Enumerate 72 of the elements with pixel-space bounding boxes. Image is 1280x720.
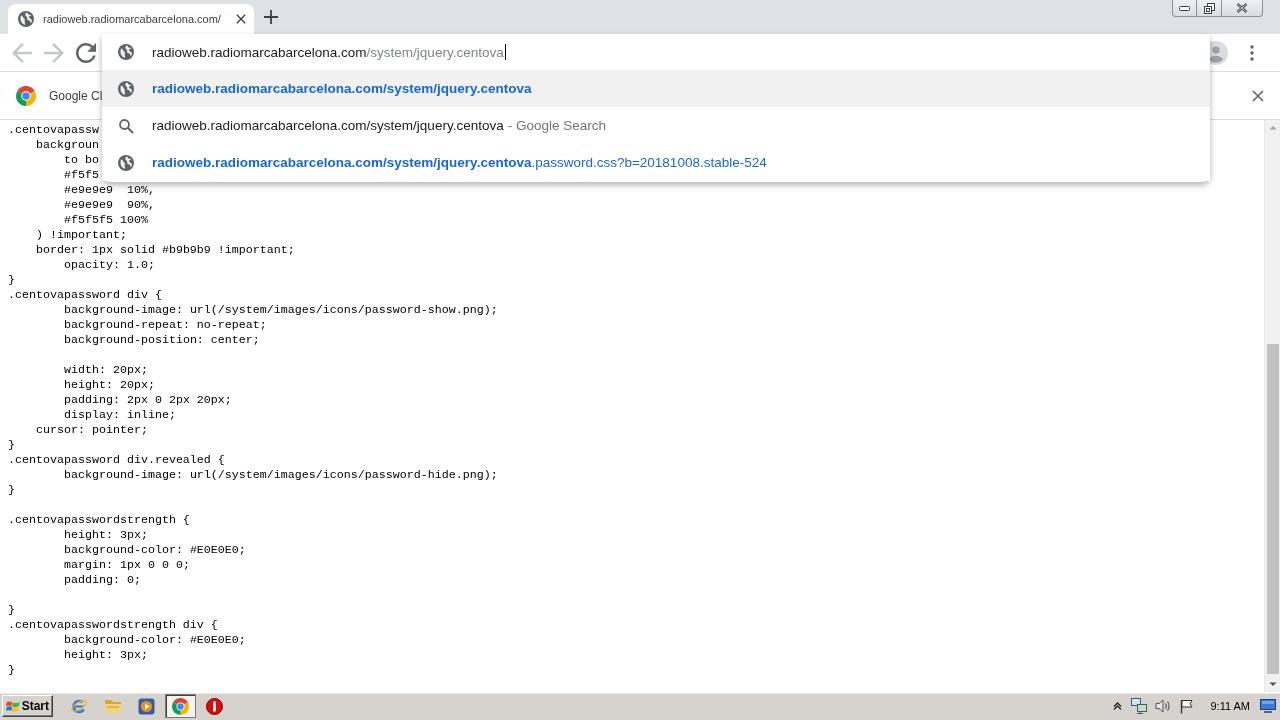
restore-button[interactable] <box>1197 0 1222 17</box>
e-logo-icon[interactable] <box>69 697 88 715</box>
menu-icon[interactable] <box>1250 44 1254 61</box>
code-line: background-position: center; <box>63 333 260 348</box>
code-line: cursor: pointer; <box>36 423 148 438</box>
exclamation-circle-icon[interactable] <box>206 697 223 715</box>
code-line: height: 20px; <box>63 378 155 393</box>
code-line: ) !important; <box>36 228 127 243</box>
code-line: margin: 1px 0 0 0; <box>63 558 190 573</box>
code-line: background-image: url(/system/images/icons/password-hide.png); <box>63 468 498 483</box>
code-line: #f5f5f5 100% <box>63 213 148 228</box>
network-icon[interactable] <box>1131 698 1149 714</box>
code-line: #f5f5 <box>63 168 99 183</box>
code-line: border: 1px solid #b9b9b9 !important; <box>36 243 295 258</box>
code-line: .centovapassw <box>8 123 99 138</box>
infobar-text: Google Cl <box>49 88 103 103</box>
code-line: padding: 2px 0 2px 20px; <box>63 393 232 408</box>
play-tile-icon[interactable] <box>138 697 155 715</box>
text-cursor-icon <box>504 44 506 60</box>
clock-text[interactable]: 9:11 AM <box>1210 700 1250 712</box>
code-line: .centovapasswordstrength div { <box>8 618 218 633</box>
close-icon <box>1236 3 1248 13</box>
globe-icon <box>118 154 134 171</box>
search-icon <box>118 117 134 134</box>
browser-tab[interactable]: radioweb.radiomarcabarcelona.com/ <box>8 4 254 34</box>
code-line: backgroun <box>36 138 99 153</box>
code-line: display: inline; <box>63 408 176 423</box>
code-line: to bo <box>63 153 99 168</box>
windows-flag-icon <box>6 698 20 714</box>
browser-logo-icon <box>16 85 36 106</box>
close-button[interactable] <box>1222 0 1263 17</box>
chevron-up-icon[interactable] <box>1113 702 1123 710</box>
speaker-icon[interactable] <box>1155 699 1172 713</box>
globe-icon <box>118 80 134 97</box>
suggestion-item[interactable]: radioweb.radiomarcabarcelona.com/system/jquery.centova <box>102 70 1210 107</box>
code-line: #e9e9e9 90%, <box>63 198 155 213</box>
code-line: width: 20px; <box>63 363 148 378</box>
browser-logo-icon[interactable] <box>172 697 189 715</box>
code-line: .centovapasswordstrength { <box>8 513 190 528</box>
code-line: padding: 0; <box>63 573 141 588</box>
scrollbar-thumb[interactable] <box>1266 344 1279 674</box>
suggestion-item[interactable]: radioweb.radiomarcabarcelona.com/system/jquery.centova - Google Search <box>102 107 1210 144</box>
minimize-icon <box>1179 5 1190 11</box>
code-line: .centovapassword div.revealed { <box>8 453 225 468</box>
code-line: background-repeat: no-repeat; <box>63 318 267 333</box>
code-line: background-image: url(/system/images/icons/password-show.png); <box>63 303 498 318</box>
suggestion-item[interactable]: radioweb.radiomarcabarcelona.com/system/jquery.centova.password.css?b=20181008.stable-524 <box>102 144 1210 181</box>
address-field[interactable]: radioweb.radiomarcabarcelona.com/system/jquery.centova <box>152 34 1210 70</box>
globe-icon <box>118 44 134 60</box>
code-line: #e9e9e9 10%, <box>63 183 155 198</box>
code-line: } <box>8 483 15 498</box>
minimize-button[interactable] <box>1172 0 1197 17</box>
code-line: } <box>8 273 15 288</box>
code-line: opacity: 1.0; <box>63 258 155 273</box>
restore-icon <box>1203 2 1215 14</box>
code-line: background-color: #E0E0E0; <box>63 543 246 558</box>
code-line: } <box>8 663 15 678</box>
code-line: } <box>8 438 15 453</box>
close-icon[interactable] <box>236 14 246 24</box>
close-icon[interactable] <box>1252 89 1264 102</box>
reload-icon[interactable] <box>76 42 96 63</box>
globe-icon <box>18 11 34 27</box>
plus-icon[interactable] <box>264 10 278 24</box>
code-line: height: 3px; <box>63 648 148 663</box>
code-line: } <box>8 603 15 618</box>
start-button[interactable]: Start <box>2 695 53 717</box>
code-line: background-color: #E0E0E0; <box>63 633 246 648</box>
code-line: .centovapassword div { <box>8 288 162 303</box>
scrollbar[interactable] <box>1264 120 1280 692</box>
code-line: height: 3px; <box>63 528 148 543</box>
flag-icon[interactable] <box>1180 698 1195 714</box>
desktop-icon[interactable] <box>1260 699 1276 713</box>
